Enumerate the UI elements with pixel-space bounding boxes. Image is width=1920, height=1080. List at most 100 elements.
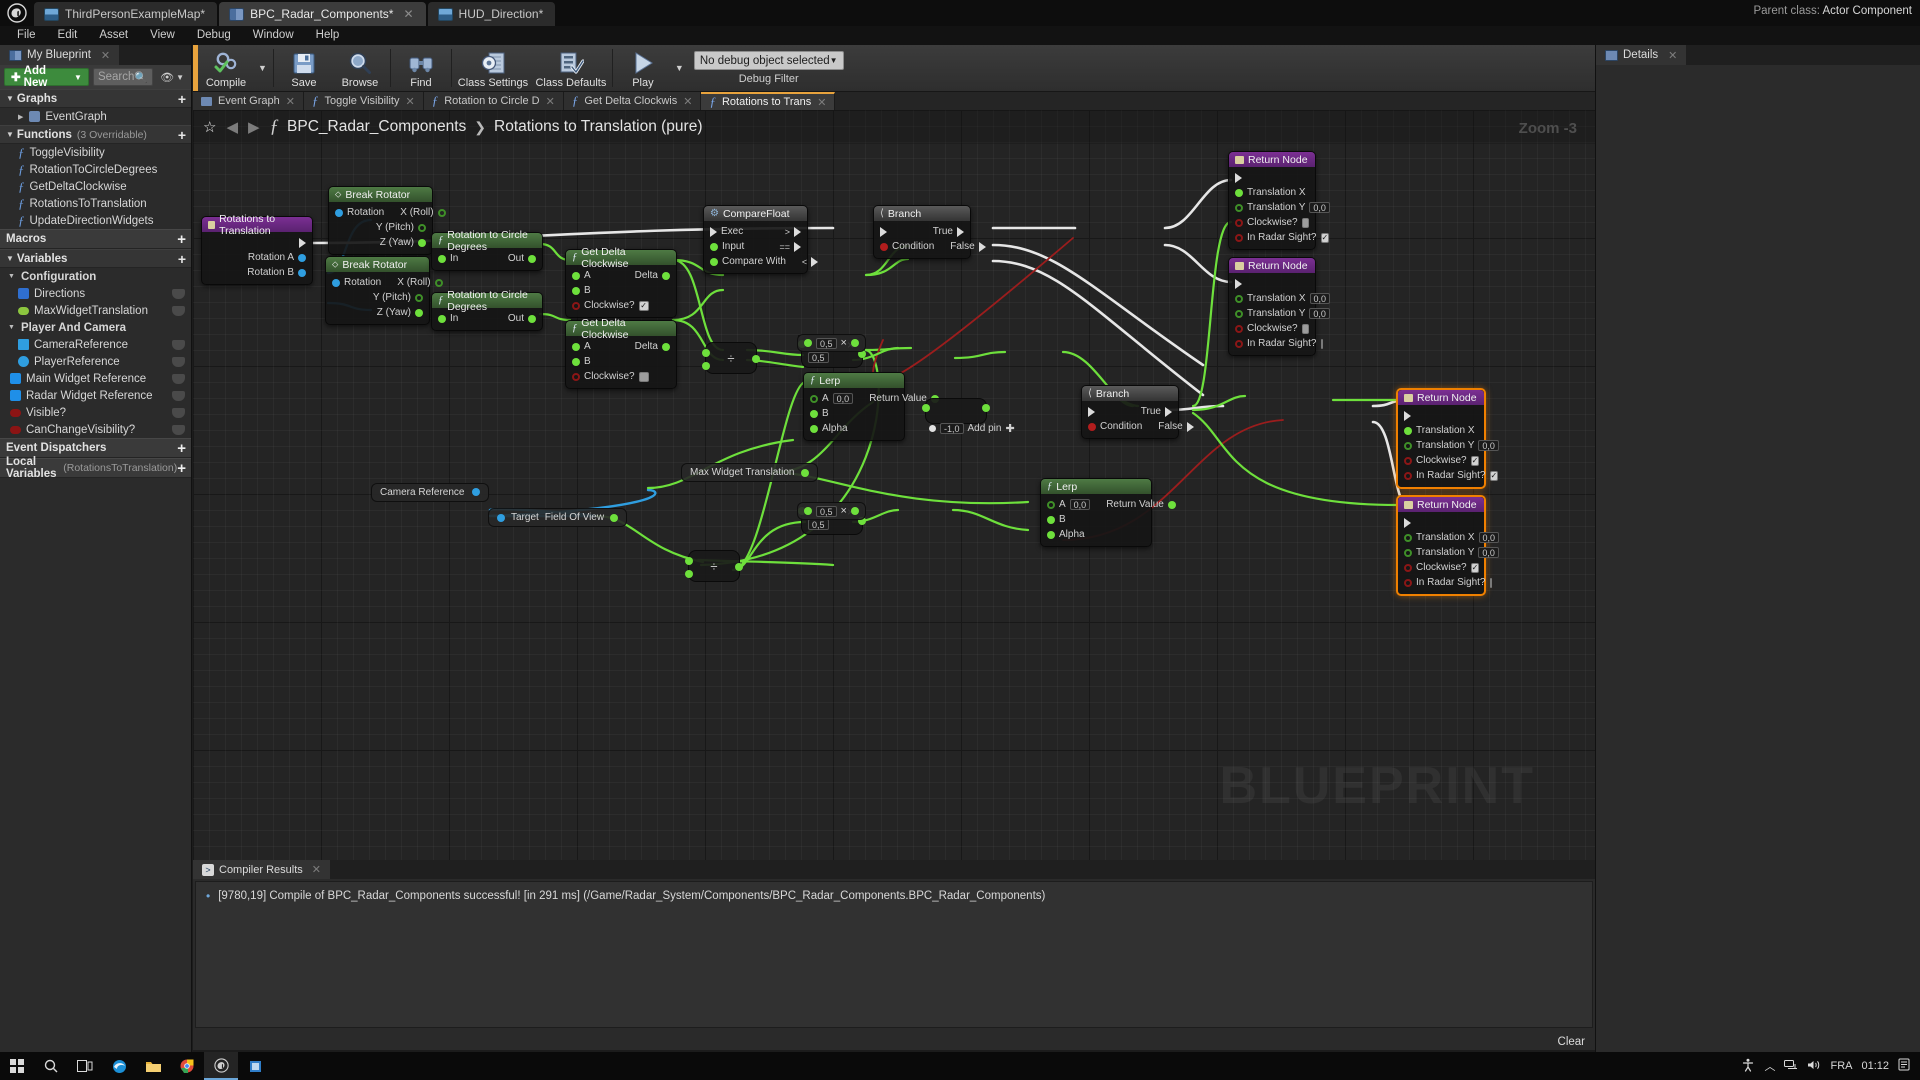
pin-exec-in[interactable] (1229, 276, 1315, 291)
pin-y-pitch[interactable]: Y (Pitch) (329, 220, 432, 235)
search-input[interactable]: Search 🔍 (92, 68, 154, 86)
variable-edit-icon[interactable] (172, 339, 185, 350)
clockwise-checkbox[interactable]: ✓ (1470, 562, 1480, 573)
variable-edit-icon[interactable] (172, 356, 185, 367)
chevron-up-icon[interactable]: ︿ (1764, 1058, 1775, 1074)
node-get-field-of-view[interactable]: Target Field Of View (488, 508, 628, 527)
pin-clockwise[interactable]: Clockwise? ✓ (1398, 560, 1484, 575)
variable-edit-icon[interactable] (172, 390, 185, 401)
file-explorer-icon[interactable] (136, 1052, 170, 1080)
multiply-value[interactable]: 0,5 (808, 519, 829, 530)
pin-compare-with[interactable]: Compare With < (704, 254, 819, 269)
task-view-icon[interactable] (68, 1052, 102, 1080)
pin-translation-x[interactable]: Translation X 0,0 (1398, 530, 1500, 545)
pin-alpha[interactable]: Alpha (1041, 527, 1151, 542)
compiler-output-list[interactable]: • [9780,19] Compile of BPC_Radar_Compone… (195, 881, 1593, 1028)
pin-translation-y[interactable]: Translation Y 0,0 (1398, 545, 1499, 560)
pin-y-pitch[interactable]: Y (Pitch) (326, 290, 429, 305)
class-settings-button[interactable]: Class Settings (454, 45, 532, 91)
node-divide-1[interactable]: ÷ (702, 342, 760, 374)
node-subtract[interactable] (922, 398, 990, 424)
node-return-3[interactable]: Return Node Translation X 0,0 Translatio… (1396, 495, 1500, 596)
node-multiply-inline-1[interactable]: 0,5 × (797, 334, 866, 352)
lerp-a-value[interactable]: 0,0 (1069, 499, 1091, 510)
variable-item-visible[interactable]: Visible? (0, 404, 191, 421)
pin-b[interactable]: B (566, 354, 676, 369)
translation-y-value[interactable]: 0,0 (1478, 440, 1499, 451)
graph-tab-event-graph[interactable]: Event Graph ✕ (193, 92, 304, 110)
pin-in-radar-sight[interactable]: In Radar Sight? ✓ (1398, 468, 1499, 483)
pin-translation-y[interactable]: Translation Y 0,0 (1229, 306, 1330, 321)
subtract-value[interactable]: -1,0 (940, 423, 964, 434)
translation-x-value[interactable]: 0,0 (1309, 293, 1331, 304)
class-defaults-button[interactable]: Class Defaults (532, 45, 610, 91)
in-radar-sight-checkbox[interactable] (1320, 338, 1323, 349)
node-rotations-to-translation-entry[interactable]: Rotations to Translation Rotation A Rota… (201, 213, 313, 285)
section-functions[interactable]: ▼ Functions (3 Overridable) + (0, 125, 191, 144)
play-button[interactable]: Play (615, 45, 671, 91)
node-lerp-2[interactable]: ƒ Lerp A 0,0 Return Value B Alpha (1040, 478, 1176, 547)
function-item-getdeltaclockwise[interactable]: ƒ GetDeltaClockwise (0, 178, 191, 195)
function-item-rotationstotranslation[interactable]: ƒ RotationsToTranslation (0, 195, 191, 212)
close-icon[interactable]: ✕ (312, 863, 321, 876)
add-pin-label[interactable]: Add pin (968, 423, 1002, 434)
pin-rotation-in[interactable]: Rotation X (Roll) (326, 275, 443, 290)
compiler-message-row[interactable]: • [9780,19] Compile of BPC_Radar_Compone… (196, 882, 1592, 910)
lerp-a-value[interactable]: 0,0 (832, 393, 854, 404)
pin-a[interactable]: A Delta (566, 339, 676, 354)
add-function-button[interactable]: + (178, 128, 186, 142)
node-branch-2[interactable]: ⟨ Branch True Condition False (1081, 385, 1194, 439)
pin-clockwise[interactable]: Clockwise? ✓ (1398, 453, 1484, 468)
notifications-icon[interactable] (1898, 1058, 1910, 1074)
find-button[interactable]: Find (393, 45, 449, 91)
graph-item-eventgraph[interactable]: ▶ EventGraph (0, 108, 191, 125)
pin-in[interactable]: In Out (432, 251, 542, 266)
pin-exec-in[interactable] (1229, 170, 1315, 185)
node-rotation-to-circle-degrees-2[interactable]: ƒ Rotation to Circle Degrees In Out (431, 289, 543, 331)
variable-item-directions[interactable]: Directions (0, 285, 191, 302)
volume-icon[interactable] (1807, 1059, 1821, 1074)
function-item-togglevisibility[interactable]: ƒ ToggleVisibility (0, 144, 191, 161)
pin-input[interactable]: Input == (704, 239, 807, 254)
add-graph-button[interactable]: + (178, 92, 186, 106)
close-icon[interactable]: ✕ (1668, 49, 1677, 62)
section-local-variables[interactable]: Local Variables (RotationsToTranslation)… (0, 456, 191, 480)
accessibility-icon[interactable] (1741, 1058, 1755, 1075)
window-tab-0[interactable]: ThirdPersonExampleMap* (34, 2, 218, 26)
clear-button[interactable]: Clear (1558, 1036, 1585, 1048)
function-item-updatedirectionwidgets[interactable]: ƒ UpdateDirectionWidgets (0, 212, 191, 229)
graph-tab-get-delta-clockwise[interactable]: ƒ Get Delta Clockwis ✕ (563, 92, 702, 110)
variable-item-mainwidgetreference[interactable]: Main Widget Reference (0, 370, 191, 387)
pin-in-radar-sight[interactable]: In Radar Sight? ✓ (1229, 230, 1330, 245)
menu-item-edit[interactable]: Edit (47, 26, 89, 45)
pin-translation-x[interactable]: Translation X (1229, 185, 1315, 200)
node-return-2[interactable]: Return Node Translation X Translation Y … (1396, 388, 1499, 489)
save-button[interactable]: Save (276, 45, 332, 91)
add-macro-button[interactable]: + (177, 232, 186, 247)
variable-edit-icon[interactable] (172, 305, 185, 316)
parent-class-value[interactable]: Actor Component (1823, 5, 1913, 17)
multiply-inline-value[interactable]: 0,5 (816, 505, 837, 517)
close-icon[interactable]: ✕ (683, 95, 692, 108)
node-lerp-1[interactable]: ƒ Lerp A 0,0 Return Value B Alpha (803, 372, 939, 441)
node-break-rotator-2[interactable]: ⬦ Break Rotator Rotation X (Roll) Y (Pit… (325, 256, 443, 325)
translation-y-value[interactable]: 0,0 (1478, 547, 1499, 558)
function-item-rotationtocircledegrees[interactable]: ƒ RotationToCircleDegrees (0, 161, 191, 178)
in-radar-sight-checkbox[interactable]: ✓ (1320, 232, 1330, 243)
pin-a[interactable]: A Delta (566, 268, 676, 283)
pin-exec-in[interactable] (1398, 515, 1484, 530)
node-max-widget-translation[interactable]: Max Widget Translation (681, 463, 818, 482)
node-return-0[interactable]: Return Node Translation X Translation Y … (1228, 151, 1330, 250)
pin-b[interactable]: B (804, 406, 904, 421)
language-indicator[interactable]: FRA (1830, 1060, 1852, 1072)
clockwise-checkbox[interactable] (1301, 217, 1309, 228)
clockwise-checkbox[interactable]: ✓ (1470, 455, 1480, 466)
clockwise-checkbox[interactable] (638, 371, 649, 382)
menu-item-debug[interactable]: Debug (186, 26, 242, 45)
pin-condition[interactable]: Condition False (1082, 419, 1194, 434)
tab-details[interactable]: Details ✕ (1596, 45, 1687, 65)
search-icon[interactable] (34, 1052, 68, 1080)
variable-edit-icon[interactable] (172, 373, 185, 384)
pin-alpha[interactable]: Alpha (804, 421, 904, 436)
pin-in-radar-sight[interactable]: In Radar Sight? (1398, 575, 1492, 590)
